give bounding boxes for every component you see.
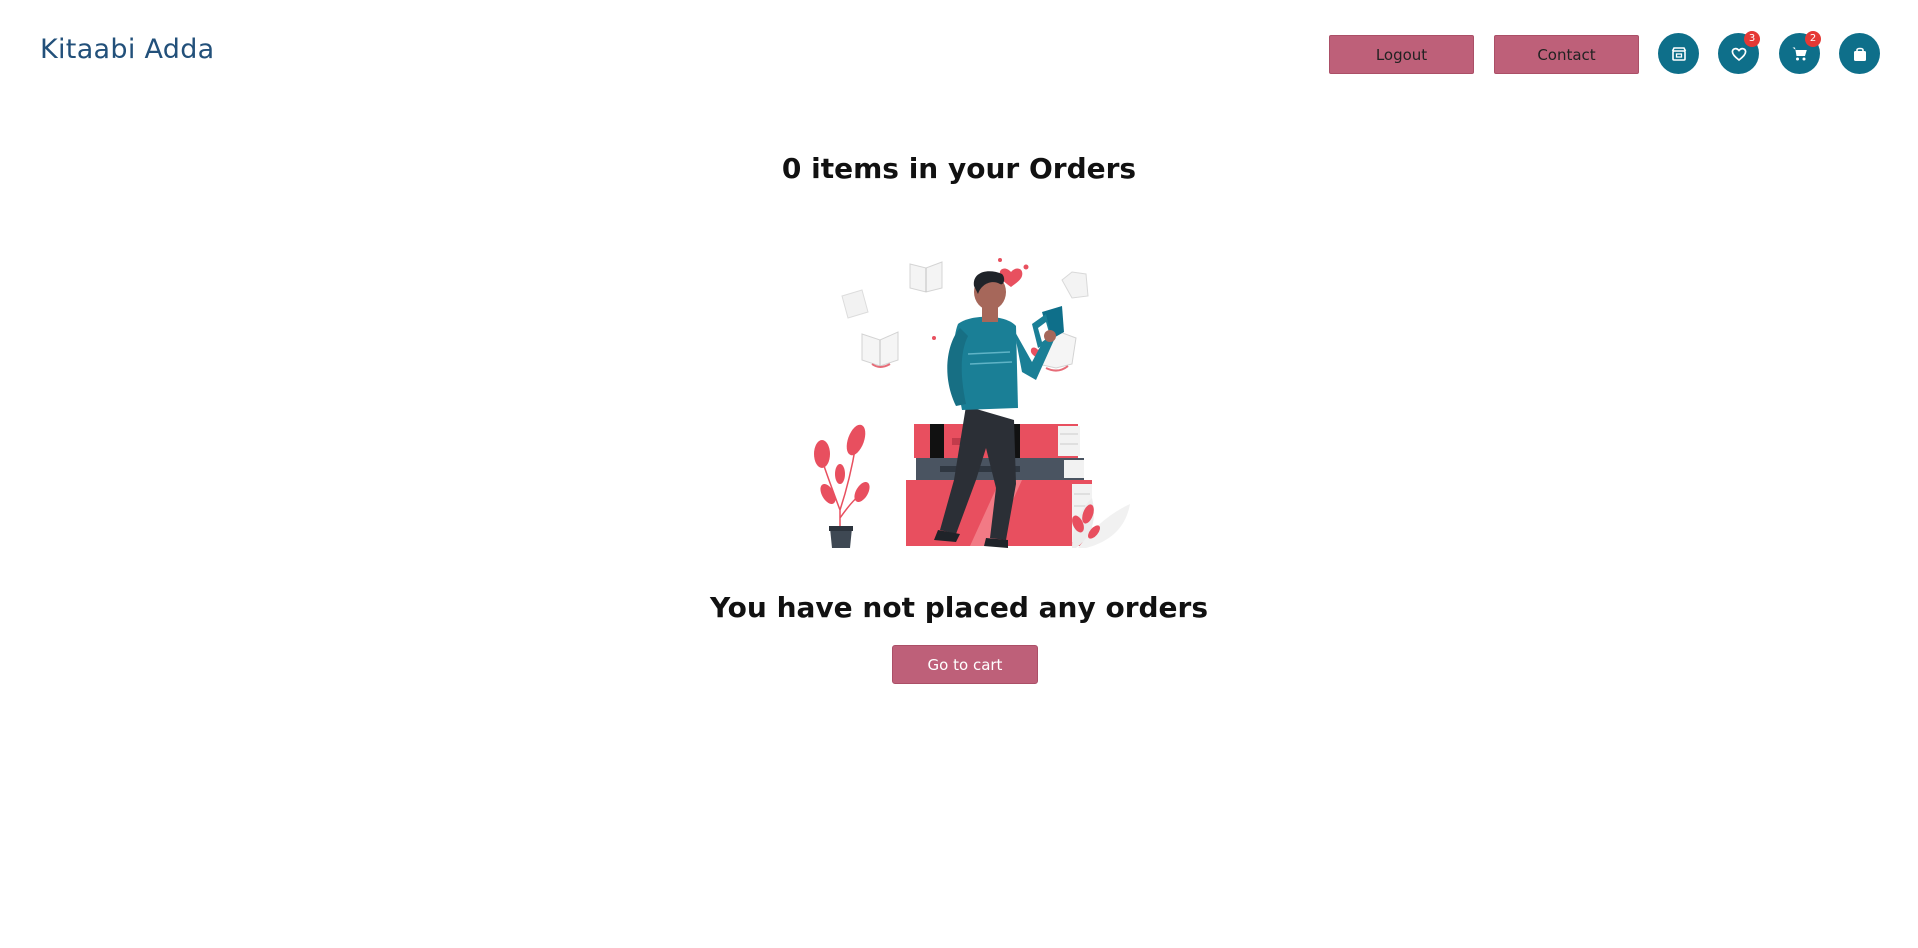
empty-orders-message: You have not placed any orders	[709, 591, 1209, 624]
navbar: Kitaabi Adda Logout Contact 3 2	[0, 0, 1918, 107]
heart-icon	[1731, 47, 1746, 61]
cart-icon	[1792, 47, 1807, 60]
bag-icon	[1853, 47, 1866, 61]
logout-button[interactable]: Logout	[1329, 35, 1474, 74]
contact-button[interactable]: Contact	[1494, 35, 1639, 74]
store-button[interactable]	[1658, 33, 1699, 74]
wishlist-count-badge: 3	[1744, 31, 1760, 47]
store-icon	[1671, 46, 1686, 61]
wishlist-button[interactable]: 3	[1718, 31, 1760, 74]
orders-button[interactable]	[1839, 33, 1880, 74]
brand-logo[interactable]: Kitaabi Adda	[40, 34, 215, 65]
cart-button[interactable]: 2	[1779, 31, 1821, 74]
plant-icon	[814, 424, 870, 548]
reading-man-illustration	[814, 258, 1130, 548]
go-to-cart-button[interactable]: Go to cart	[892, 645, 1038, 684]
page-title: 0 items in your Orders	[781, 152, 1137, 185]
cart-count-badge: 2	[1805, 31, 1821, 47]
